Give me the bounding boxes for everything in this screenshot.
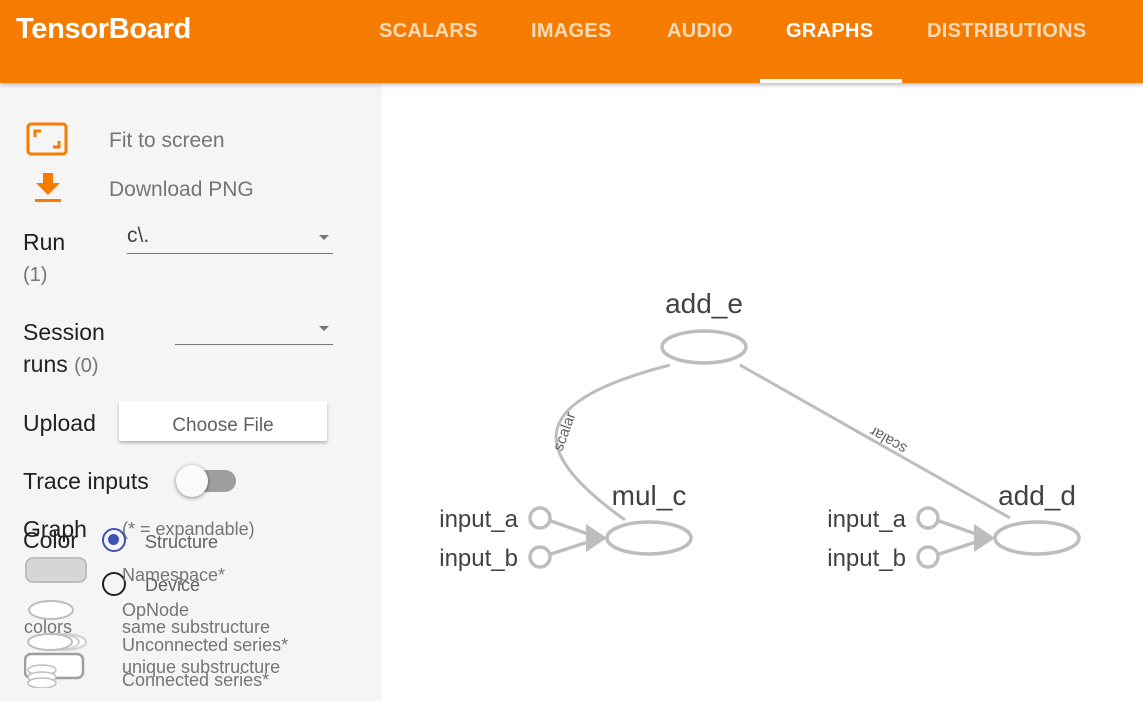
namespace-legend-icon [25,557,87,583]
run-count: (1) [23,264,48,286]
input-label-left-b: input_b [439,545,518,572]
chevron-down-icon [319,235,329,240]
fit-screen-icon[interactable] [26,122,68,156]
arrowhead-add-d [974,524,995,552]
node-label-add-e: add_e [665,288,743,319]
input-node-left-a[interactable] [528,506,552,530]
node-add-e[interactable] [660,329,748,365]
graph-svg[interactable]: scalar scalar add_e mul_c add_d input_a … [382,83,1143,701]
choose-file-button[interactable]: Choose File [119,401,327,441]
session-runs-label: runs (0) [23,351,99,378]
connected-series-label: Connected series* [122,670,270,690]
node-add-d[interactable] [993,520,1081,556]
node-label-add-d: add_d [998,480,1076,511]
session-label: Session [23,319,105,345]
tab-scalars[interactable]: SCALARS [379,20,478,43]
fit-to-screen-button[interactable]: Fit to screen [109,129,225,153]
color-label: Color [23,527,78,553]
trace-inputs-label: Trace inputs [23,468,149,494]
node-label-mul-c: mul_c [612,480,687,511]
download-png-button[interactable]: Download PNG [109,178,254,202]
tab-images[interactable]: IMAGES [531,20,612,43]
run-select-value: c\. [127,224,150,247]
top-app-bar: TensorBoard SCALARS IMAGES AUDIO GRAPHS … [0,0,1143,83]
tab-distributions[interactable]: DISTRIBUTIONS [927,20,1086,43]
colors-label: colors [24,617,73,637]
input-node-right-b[interactable] [916,545,940,569]
input-label-right-b: input_b [827,545,906,572]
input-label-left-a: input_a [439,506,518,533]
radio-structure-label: Structure [145,532,219,552]
session-runs-select[interactable] [175,319,333,345]
edge-label-right: scalar [867,423,910,458]
download-icon[interactable] [33,171,63,203]
node-mul-c[interactable] [605,520,693,556]
app-title: TensorBoard [16,13,192,45]
edge-label-left: scalar [550,410,580,453]
edge-input-a-mul-c [550,519,589,536]
run-label: Run [23,229,66,255]
trace-inputs-toggle-knob[interactable] [176,465,208,497]
tab-audio[interactable]: AUDIO [667,20,733,43]
radio-structure[interactable] [102,528,126,552]
arrowhead-mul-c [586,524,607,552]
input-node-left-b[interactable] [528,545,552,569]
run-select[interactable]: c\. [127,224,333,254]
upload-label: Upload [23,410,96,436]
namespace-legend-label: Namespace* [122,565,226,585]
session-runs-count: (0) [74,355,99,377]
tab-graphs[interactable]: GRAPHS [786,20,873,43]
chevron-down-icon [319,326,329,331]
edge-input-a-add-d [938,519,977,536]
graph-canvas[interactable]: scalar scalar add_e mul_c add_d input_a … [382,83,1143,701]
input-label-right-a: input_a [827,506,906,533]
input-node-right-a[interactable] [916,506,940,530]
session-runs-word: runs [23,351,68,377]
edge-input-b-mul-c [550,540,589,556]
connected-series-legend-icon [27,677,57,688]
edge-input-b-add-d [938,540,977,556]
active-tab-indicator [760,79,902,83]
unconnected-series-label: Unconnected series* [122,635,289,655]
